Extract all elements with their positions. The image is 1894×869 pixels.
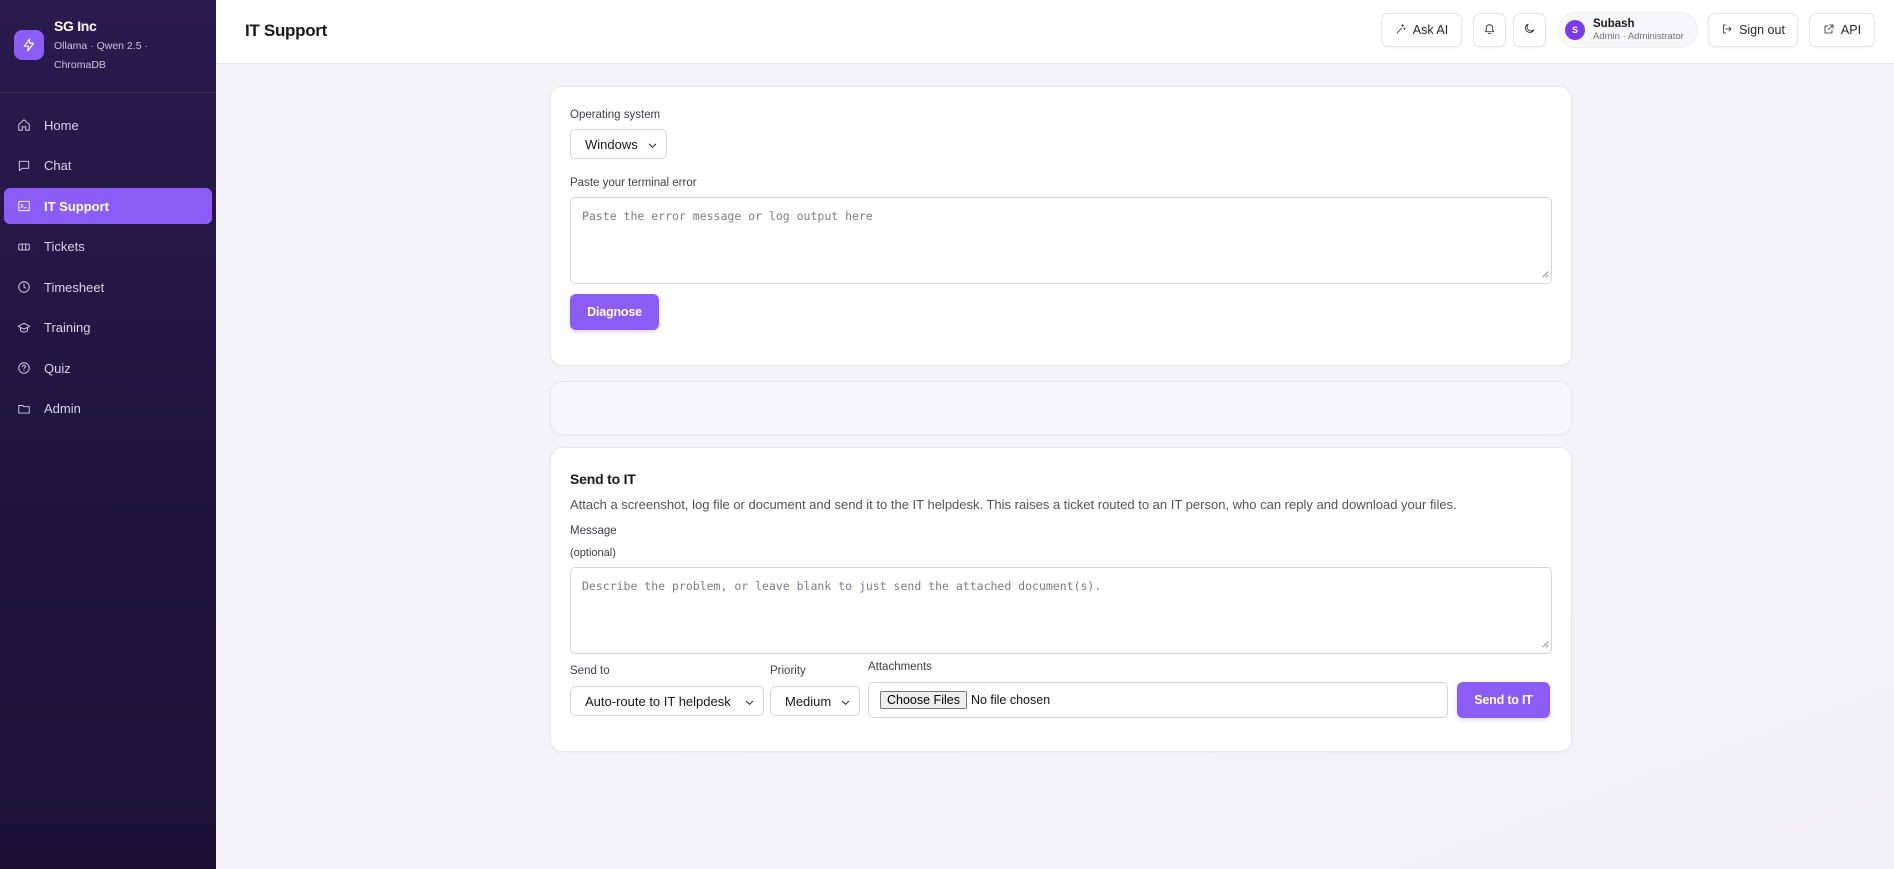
sidebar: SG Inc Ollama · Qwen 2.5 · ChromaDB Home…: [0, 0, 216, 869]
message-placeholder: Describe the problem, or leave blank to …: [582, 579, 1102, 593]
os-select-value: Windows: [585, 136, 638, 152]
choose-files-button[interactable]: Choose Files: [880, 691, 967, 709]
sidebar-item-it-support[interactable]: IT Support: [4, 188, 212, 224]
sidebar-item-chat[interactable]: Chat: [4, 148, 212, 184]
folder-icon: [17, 402, 31, 416]
top-header: IT Support Ask AI S Subash Admin · Admin…: [216, 0, 1894, 64]
file-status-text: No file chosen: [970, 693, 1051, 707]
attachments-input[interactable]: Choose Files No file chosen: [868, 682, 1448, 718]
notifications-button[interactable]: [1473, 13, 1506, 47]
send-to-label: Send to: [570, 665, 610, 677]
moon-icon: [1523, 22, 1536, 38]
user-name: Subash: [1593, 18, 1635, 30]
sign-out-label: Sign out: [1739, 23, 1785, 37]
message-label: Message: [570, 525, 617, 537]
send-to-it-card: Send to IT Attach a screenshot, log file…: [550, 447, 1572, 752]
brand-name: SG Inc: [54, 18, 97, 34]
sidebar-nav: Home Chat IT Support Tickets Timesheet T…: [0, 93, 216, 427]
priority-select[interactable]: Medium: [770, 686, 860, 716]
chevron-down-icon: [744, 696, 755, 711]
resize-handle-icon[interactable]: [1541, 267, 1549, 281]
error-textarea[interactable]: Paste the error message or log output he…: [570, 197, 1552, 284]
sidebar-item-label: Chat: [44, 158, 72, 173]
send-to-select-value: Auto-route to IT helpdesk: [585, 693, 731, 709]
lightning-logo-icon: [14, 30, 44, 60]
user-menu[interactable]: S Subash Admin · Administrator: [1558, 12, 1698, 48]
avatar: S: [1565, 20, 1585, 40]
chevron-down-icon: [647, 139, 658, 154]
send-to-it-description: Attach a screenshot, log file or documen…: [570, 497, 1457, 512]
ticket-icon: [17, 240, 31, 254]
priority-select-value: Medium: [785, 693, 832, 709]
api-button[interactable]: API: [1809, 13, 1875, 47]
sidebar-item-tickets[interactable]: Tickets: [4, 229, 212, 265]
sidebar-item-label: Tickets: [44, 239, 85, 254]
user-role: Admin · Administrator: [1593, 31, 1684, 42]
sidebar-item-admin[interactable]: Admin: [4, 391, 212, 427]
error-placeholder: Paste the error message or log output he…: [582, 209, 873, 223]
diagnosis-result-panel: [550, 381, 1572, 435]
attachments-label: Attachments: [868, 661, 932, 673]
chevron-down-icon: [840, 696, 851, 711]
send-to-it-title: Send to IT: [570, 471, 636, 487]
message-textarea[interactable]: Describe the problem, or leave blank to …: [570, 567, 1552, 654]
send-to-it-button[interactable]: Send to IT: [1457, 682, 1550, 718]
theme-toggle-button[interactable]: [1513, 13, 1546, 47]
brand-subtitle: Ollama · Qwen 2.5 · ChromaDB: [54, 40, 148, 71]
sidebar-item-timesheet[interactable]: Timesheet: [4, 269, 212, 305]
api-label: API: [1840, 23, 1862, 37]
brand: SG Inc Ollama · Qwen 2.5 · ChromaDB: [0, 0, 216, 93]
page-title: IT Support: [245, 21, 327, 40]
sidebar-item-home[interactable]: Home: [4, 107, 212, 143]
ask-ai-label: Ask AI: [1412, 23, 1449, 37]
help-circle-icon: [17, 361, 31, 375]
send-to-select[interactable]: Auto-route to IT helpdesk: [570, 686, 764, 716]
sidebar-item-label: Timesheet: [44, 279, 105, 295]
sidebar-item-label: Quiz: [44, 360, 71, 376]
sidebar-item-label: IT Support: [44, 198, 109, 214]
error-label: Paste your terminal error: [570, 177, 697, 189]
os-select[interactable]: Windows: [570, 129, 667, 159]
resize-handle-icon[interactable]: [1541, 637, 1549, 651]
home-icon: [17, 118, 31, 132]
clock-icon: [17, 280, 31, 294]
chat-icon: [17, 159, 31, 173]
diagnose-card: Operating system Windows Paste your term…: [550, 86, 1572, 366]
external-link-icon: [1823, 23, 1835, 38]
message-optional-hint: (optional): [570, 547, 616, 559]
sidebar-item-training[interactable]: Training: [4, 310, 212, 346]
ask-ai-button[interactable]: Ask AI: [1381, 13, 1462, 47]
priority-label: Priority: [770, 665, 806, 677]
os-label: Operating system: [570, 109, 661, 121]
graduation-cap-icon: [17, 321, 31, 335]
diagnose-button[interactable]: Diagnose: [570, 294, 659, 330]
terminal-icon: [17, 199, 31, 213]
sidebar-item-label: Training: [44, 320, 91, 335]
sidebar-item-quiz[interactable]: Quiz: [4, 350, 212, 386]
bell-icon: [1483, 22, 1496, 38]
log-out-icon: [1721, 23, 1733, 38]
sign-out-button[interactable]: Sign out: [1708, 13, 1798, 47]
sidebar-item-label: Admin: [44, 401, 81, 416]
main-content: Operating system Windows Paste your term…: [216, 64, 1894, 869]
sparkle-icon: [1395, 23, 1407, 38]
sidebar-item-label: Home: [44, 117, 79, 133]
